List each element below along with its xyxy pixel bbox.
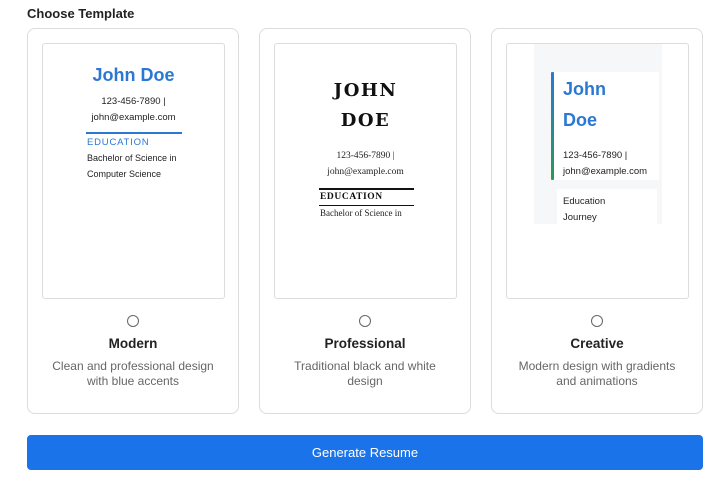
template-card-creative[interactable]: John Doe 123-456-7890 | john@example.com… bbox=[491, 28, 703, 414]
preview-section-heading: EDUCATION bbox=[320, 192, 383, 202]
template-preview-professional[interactable]: JOHN DOE 123-456-7890 | john@example.com… bbox=[274, 43, 457, 299]
template-name: Professional bbox=[324, 336, 406, 351]
preview-accent-bar bbox=[551, 72, 554, 180]
preview-email: john@example.com bbox=[327, 167, 404, 177]
preview-degree: Bachelor of Science in bbox=[320, 208, 402, 218]
preview-contact: 123-456-7890 | john@example.com bbox=[563, 148, 647, 180]
template-preview-creative[interactable]: John Doe 123-456-7890 | john@example.com… bbox=[506, 43, 689, 299]
section-title: Choose Template bbox=[27, 6, 135, 21]
template-card-modern[interactable]: John Doe 123-456-7890 | john@example.com… bbox=[27, 28, 239, 414]
preview-phone: 123-456-7890 | bbox=[336, 151, 395, 161]
generate-resume-button[interactable]: Generate Resume bbox=[27, 435, 703, 470]
preview-education: Education Journey bbox=[563, 194, 605, 225]
preview-section-heading: EDUCATION bbox=[87, 137, 150, 148]
template-card-professional[interactable]: JOHN DOE 123-456-7890 | john@example.com… bbox=[259, 28, 471, 414]
preview-email: john@example.com bbox=[563, 166, 648, 177]
template-description: Clean and professional design with blue … bbox=[52, 359, 214, 388]
template-description: Traditional black and white design bbox=[294, 359, 436, 388]
template-name: Modern bbox=[108, 336, 158, 351]
template-description: Modern design with gradients and animati… bbox=[518, 359, 676, 388]
preview-name: JOHN DOE bbox=[333, 80, 398, 131]
preview-name: John Doe bbox=[92, 65, 175, 85]
preview-phone: 123-456-7890 | bbox=[101, 96, 166, 107]
preview-degree: Bachelor of Science in Computer Science bbox=[87, 153, 177, 179]
preview-contact: 123-456-7890 | john@example.com bbox=[275, 148, 456, 180]
preview-contact: 123-456-7890 | john@example.com bbox=[43, 94, 224, 126]
template-radio-professional[interactable] bbox=[359, 315, 371, 327]
template-name: Creative bbox=[570, 336, 624, 351]
template-preview-modern[interactable]: John Doe 123-456-7890 | john@example.com… bbox=[42, 43, 225, 299]
preview-name: John Doe bbox=[563, 79, 606, 130]
template-radio-creative[interactable] bbox=[591, 315, 603, 327]
preview-divider bbox=[86, 132, 182, 134]
preview-phone: 123-456-7890 | bbox=[563, 150, 628, 161]
preview-section-heading: Education bbox=[563, 196, 606, 207]
preview-divider bbox=[319, 188, 414, 190]
preview-degree: Journey bbox=[563, 211, 597, 223]
preview-email: john@example.com bbox=[91, 112, 176, 123]
template-radio-modern[interactable] bbox=[127, 315, 139, 327]
preview-divider bbox=[319, 205, 414, 206]
